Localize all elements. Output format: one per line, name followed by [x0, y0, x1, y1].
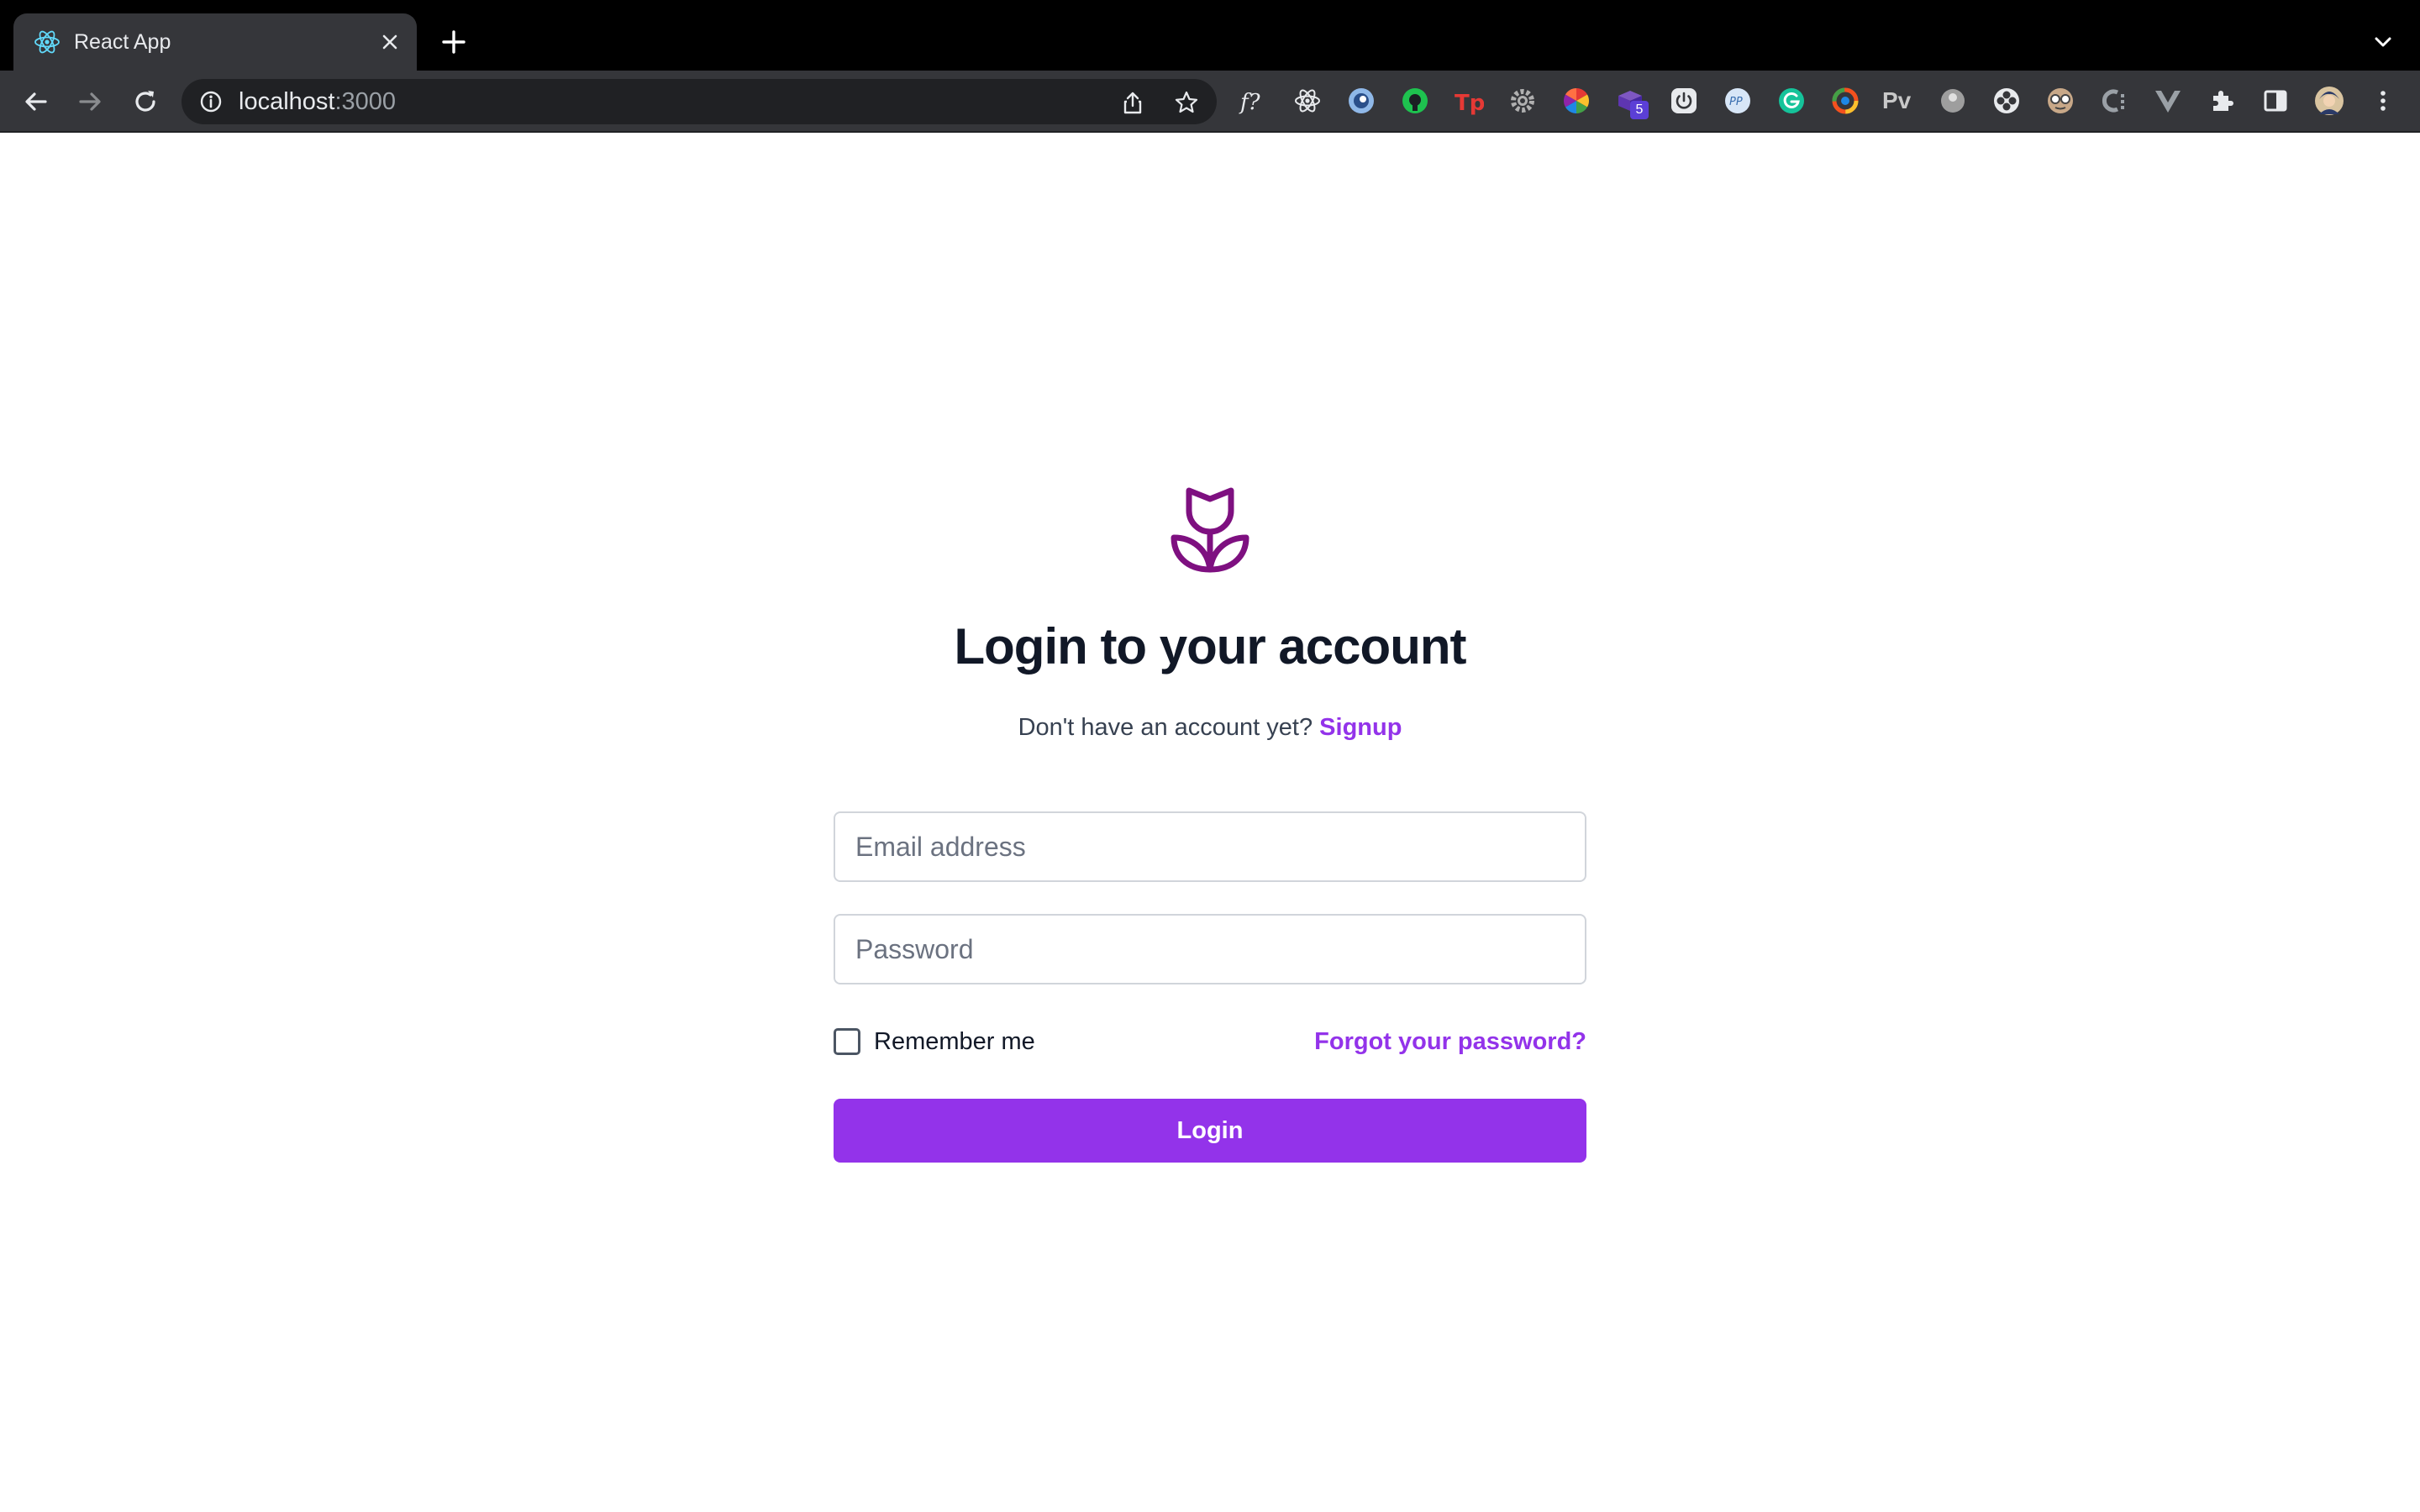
browser-tab-strip: React App — [0, 0, 2420, 71]
chevron-down-icon[interactable] — [2366, 25, 2400, 59]
vue-devtools-icon[interactable] — [2153, 86, 2183, 116]
extension-badge: 5 — [1630, 101, 1649, 119]
tab-title: React App — [74, 30, 171, 54]
info-icon[interactable] — [198, 89, 224, 114]
extension-with-badge[interactable]: 5 — [1615, 86, 1649, 119]
new-tab-icon[interactable] — [437, 25, 471, 59]
url-text: localhost:3000 — [239, 87, 396, 117]
login-button[interactable]: Login — [834, 1099, 1586, 1163]
star-icon[interactable] — [1173, 89, 1200, 116]
side-panel-icon[interactable] — [2260, 86, 2291, 116]
reload-icon[interactable] — [128, 84, 163, 119]
forgot-password-link[interactable]: Forgot your password? — [1314, 1025, 1586, 1058]
close-icon[interactable] — [375, 27, 405, 57]
flower-extension-icon[interactable] — [1991, 86, 2022, 116]
github-extension-icon[interactable] — [1400, 86, 1430, 116]
page-title: Login to your account — [954, 618, 1467, 675]
react-devtools-icon[interactable] — [1292, 86, 1323, 116]
color-wheel-icon[interactable] — [1561, 86, 1591, 116]
pp-extension-icon[interactable]: PP — [1723, 86, 1753, 116]
share-icon[interactable] — [1119, 89, 1146, 116]
color-ring-icon[interactable] — [1830, 86, 1860, 116]
signup-prompt-text: Don't have an account yet? — [1018, 714, 1320, 741]
power-icon[interactable] — [1669, 86, 1699, 116]
tp-extension-icon[interactable]: Tp — [1454, 86, 1484, 116]
svg-text:f?: f? — [1239, 90, 1261, 115]
gear-icon[interactable] — [1507, 86, 1538, 116]
forward-arrow-icon[interactable] — [72, 84, 108, 119]
eye-extension-icon[interactable] — [1346, 86, 1376, 116]
signup-prompt: Don't have an account yet? Signup — [0, 711, 2420, 744]
grey-circle-icon[interactable] — [1938, 86, 1968, 116]
formula-extension-icon[interactable]: f? — [1239, 86, 1269, 116]
remember-me-label: Remember me — [874, 1028, 1035, 1055]
svg-text:Tp: Tp — [1455, 91, 1484, 116]
email-field[interactable] — [834, 811, 1586, 882]
react-icon — [34, 30, 60, 54]
signup-link[interactable]: Signup — [1319, 714, 1402, 741]
tulip-logo-icon — [1171, 487, 1249, 573]
address-bar[interactable]: localhost:3000 — [182, 79, 1217, 124]
browser-tab[interactable]: React App — [13, 13, 417, 71]
glasses-face-icon[interactable] — [2045, 86, 2075, 116]
url-port: :3000 — [334, 88, 397, 115]
back-arrow-icon[interactable] — [18, 84, 54, 119]
pv-extension-icon[interactable]: Pv — [1882, 86, 1911, 116]
password-field[interactable] — [834, 914, 1586, 984]
grammarly-icon[interactable] — [1776, 86, 1807, 116]
avatar[interactable] — [2314, 86, 2344, 116]
puzzle-icon[interactable] — [2207, 86, 2237, 116]
url-host: localhost — [239, 88, 335, 115]
more-vertical-icon[interactable] — [2368, 86, 2398, 116]
remember-me-checkbox[interactable] — [834, 1028, 860, 1055]
svg-text:PP: PP — [1729, 96, 1743, 108]
browser-toolbar: localhost:3000 f? Tp 5 PP Pv — [0, 71, 2420, 133]
code-c-icon[interactable] — [2099, 86, 2129, 116]
